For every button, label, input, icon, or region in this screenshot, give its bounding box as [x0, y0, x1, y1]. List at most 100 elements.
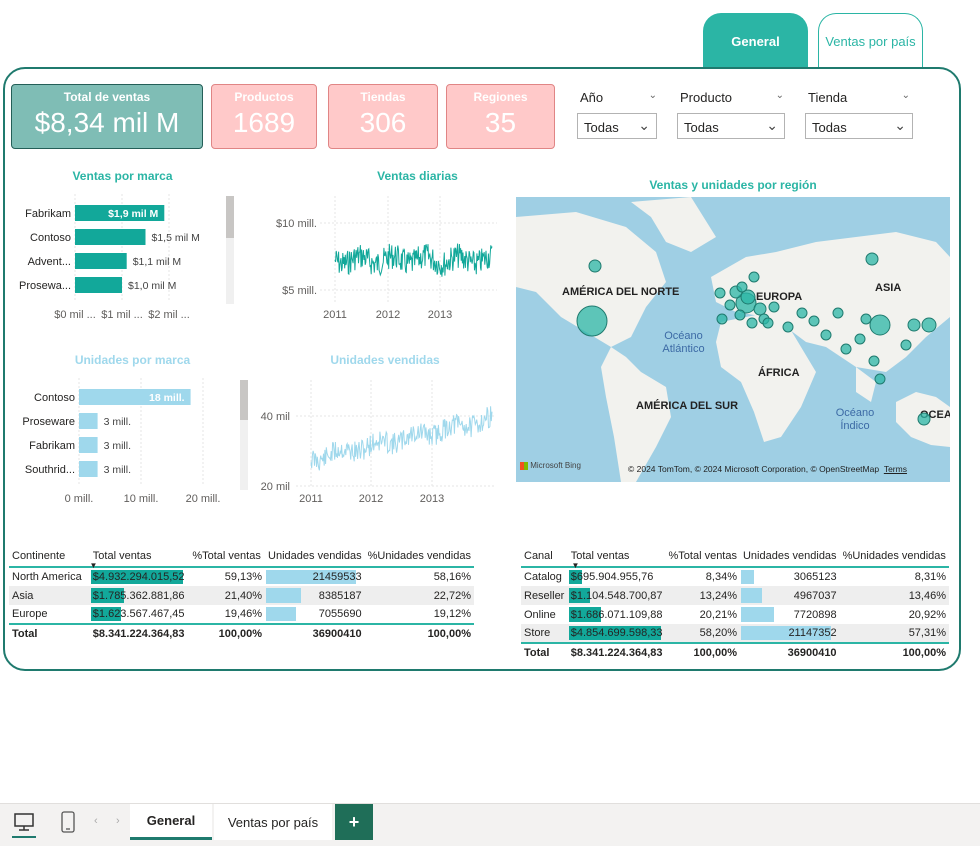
- map-bubble[interactable]: [762, 317, 774, 329]
- col-header[interactable]: Total ventas ▼: [89, 545, 190, 570]
- map-bubble[interactable]: [865, 252, 879, 266]
- row-name: Asia: [9, 586, 90, 605]
- bar-data-label: 18 mill.: [149, 392, 185, 404]
- ventas-cell: $695.904.955,76: [568, 570, 654, 584]
- map-bubble[interactable]: [716, 313, 728, 325]
- map-bubble[interactable]: [907, 318, 921, 332]
- x-tick: 0 mill.: [65, 493, 94, 505]
- bing-logo: Microsoft Bing: [520, 461, 581, 470]
- map-bubble[interactable]: [854, 333, 866, 345]
- table-row[interactable]: Online $1.686.071.109,88 20,21% 7720898 20,9…: [521, 605, 949, 624]
- table-row[interactable]: Catalog $695.904.955,76 8,34% 3065123 8,31%: [521, 567, 949, 586]
- map-bubble[interactable]: [736, 281, 748, 293]
- map-bubble[interactable]: [753, 302, 767, 316]
- map-bubble[interactable]: [840, 343, 852, 355]
- map-bubble[interactable]: [820, 329, 832, 341]
- x-tick: 2013: [428, 309, 452, 321]
- table-row[interactable]: Store $4.854.699.598,33 58,20% 21147352 57,3…: [521, 624, 949, 643]
- map-bubble[interactable]: [714, 287, 726, 299]
- map-bubble[interactable]: [768, 301, 780, 313]
- x-tick: 2013: [420, 493, 444, 505]
- pct-unidades-cell: 19,12%: [433, 608, 471, 620]
- col-header[interactable]: %Total ventas: [189, 545, 266, 568]
- desktop-view-icon[interactable]: [12, 811, 36, 833]
- bar[interactable]: [79, 461, 98, 477]
- total-row: Total $8.341.224.364,83 100,00% 36900410 100…: [9, 623, 474, 643]
- col-header[interactable]: %Unidades vendidas: [839, 545, 949, 568]
- map-bubble[interactable]: [921, 317, 937, 333]
- total-cell: 100,00%: [189, 623, 266, 643]
- ventas-cell: $1.686.071.109,88: [568, 607, 663, 622]
- table-row[interactable]: North America $4.932.294.015,52 59,13% 2145…: [9, 567, 474, 586]
- x-tick: 2011: [299, 493, 323, 505]
- bar[interactable]: [75, 277, 122, 293]
- ventas-cell: $4.854.699.598,33: [567, 624, 666, 643]
- map-bubble[interactable]: [832, 307, 844, 319]
- y-tick: 20 mil: [261, 481, 290, 493]
- total-cell: 100,00%: [839, 642, 949, 662]
- unidades-vendidas-title: Unidades vendidas: [330, 353, 440, 367]
- add-page-button[interactable]: +: [335, 804, 373, 840]
- table-row[interactable]: Asia $1.785.362.881,86 21,40% 8385187 22,72%: [9, 586, 474, 605]
- map-bubble[interactable]: [808, 315, 820, 327]
- map-bubble[interactable]: [748, 271, 760, 283]
- chevron-right-icon[interactable]: ›: [116, 815, 120, 827]
- data-bar: [266, 588, 302, 603]
- chevron-left-icon[interactable]: ‹: [94, 815, 98, 827]
- slicer-tienda-dropdown[interactable]: Todas ⌄: [805, 113, 913, 139]
- col-header[interactable]: Unidades vendidas: [265, 545, 365, 568]
- tab-ventas-por-pais[interactable]: Ventas por país: [818, 13, 923, 68]
- map-bubble[interactable]: [724, 299, 736, 311]
- bar-category-label: Contoso: [30, 232, 71, 244]
- slicer-producto-dropdown[interactable]: Todas ⌄: [677, 113, 785, 139]
- map-bubble[interactable]: [900, 339, 912, 351]
- chevron-down-icon[interactable]: ⌄: [776, 90, 784, 101]
- kpi-value: 1689: [232, 107, 296, 138]
- pct-ventas-cell: 19,46%: [224, 608, 263, 620]
- tab-general[interactable]: General: [703, 13, 808, 68]
- pct-ventas-cell: 13,24%: [665, 586, 740, 605]
- map-bubble[interactable]: [874, 373, 886, 385]
- col-header[interactable]: Canal: [521, 545, 568, 568]
- scrollbar-thumb[interactable]: [226, 196, 234, 238]
- map-bubble[interactable]: [796, 307, 808, 319]
- map-bubble[interactable]: [869, 314, 891, 336]
- map-bubble[interactable]: [917, 412, 931, 426]
- bar[interactable]: [75, 229, 146, 245]
- col-header[interactable]: %Total ventas: [665, 545, 740, 568]
- bar[interactable]: [79, 437, 98, 453]
- bar-category-label: Advent...: [28, 256, 71, 268]
- map-bubble[interactable]: [868, 355, 880, 367]
- bar-data-label: 3 mill.: [104, 440, 131, 452]
- sales-map[interactable]: AMÉRICA DEL NORTE EUROPA ASIA ÁFRICA AMÉ…: [516, 197, 950, 482]
- map-bubble[interactable]: [576, 305, 608, 337]
- map-bubble[interactable]: [588, 259, 602, 273]
- bar-data-label: 3 mill.: [104, 416, 131, 428]
- col-header[interactable]: Continente: [9, 545, 90, 568]
- map-bubble[interactable]: [860, 313, 872, 325]
- chevron-down-icon[interactable]: ⌄: [649, 90, 657, 101]
- x-tick: 10 mill.: [124, 493, 159, 505]
- terms-link[interactable]: Terms: [884, 464, 907, 474]
- unidades-cell: 7055690: [265, 605, 365, 624]
- bar[interactable]: [79, 413, 98, 429]
- page-tab-ventas-por-pais[interactable]: Ventas por país: [214, 804, 332, 840]
- slicer-ano-dropdown[interactable]: Todas ⌄: [577, 113, 657, 139]
- chevron-down-icon[interactable]: ⌄: [902, 90, 910, 101]
- pct-ventas-cell: 58,20%: [665, 624, 740, 643]
- table-row[interactable]: Reseller $1.104.548.700,87 13,24% 4967037 13…: [521, 586, 949, 605]
- col-header[interactable]: Unidades vendidas: [739, 545, 840, 568]
- page-tab-general[interactable]: General: [130, 804, 212, 840]
- col-header[interactable]: Total ventas ▼: [567, 545, 666, 570]
- col-header[interactable]: %Unidades vendidas: [364, 545, 474, 568]
- map-bubble[interactable]: [782, 321, 794, 333]
- mobile-view-icon[interactable]: [58, 809, 78, 835]
- map-bubble[interactable]: [734, 309, 746, 321]
- slicer-value: Todas: [684, 120, 719, 135]
- unidades-vendidas-chart: 40 mil 20 mil 2011 2012 2013: [261, 380, 496, 505]
- table-row[interactable]: Europe $1.623.567.467,45 19,46% 7055690 19,1…: [9, 605, 474, 624]
- scrollbar-thumb[interactable]: [240, 380, 248, 420]
- map-bubble[interactable]: [746, 317, 758, 329]
- bar[interactable]: [75, 253, 127, 269]
- data-bar: [740, 607, 775, 622]
